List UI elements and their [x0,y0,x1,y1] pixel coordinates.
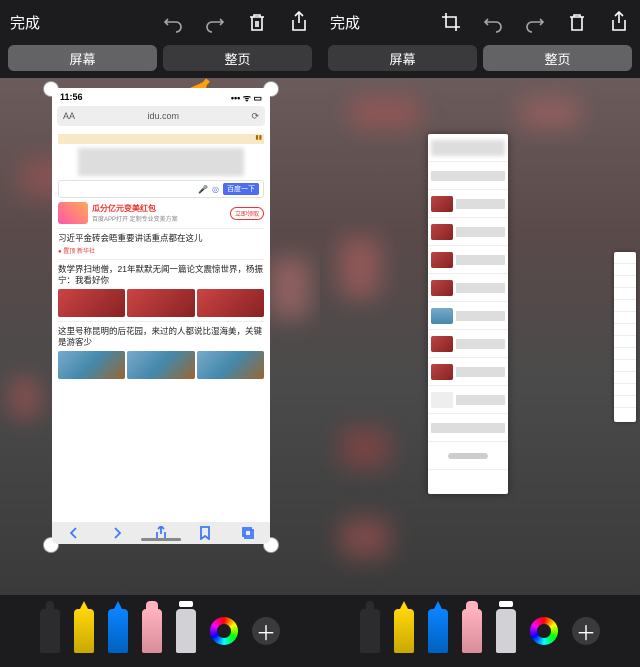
share-icon[interactable] [608,11,630,33]
markup-toolbar: ＋ [320,595,640,667]
news-item: 习近平金砖会晤重要讲话重点都在这儿 ● 置顶 新华社 [58,228,264,259]
crop-icon[interactable] [440,11,462,33]
pen-tool[interactable] [40,609,60,653]
redo-icon[interactable] [524,11,546,33]
left-pane: 完成 屏幕 整页 11:56 [0,0,320,667]
eraser-tool[interactable] [496,609,516,653]
scroll-overview[interactable] [614,252,636,422]
status-time: 11:56 [60,92,83,102]
url-text: idu.com [147,111,179,121]
done-button[interactable]: 完成 [330,12,360,33]
yellow-marker-tool[interactable] [394,609,414,653]
promo-image [58,202,88,224]
segment-control: 屏幕 整页 [0,44,320,78]
share-icon[interactable] [288,11,310,33]
browser-url-bar: AA idu.com ⟳ [57,106,265,126]
pink-pencil-tool[interactable] [462,609,482,653]
news-sub: ● 置顶 新华社 [58,246,264,255]
segment-fullpage[interactable]: 整页 [483,45,632,71]
pink-pencil-tool[interactable] [142,609,162,653]
promo-sub: 百度APP打开 定制专业变美方案 [92,214,226,223]
news-item: 这里号称昆明的后花园，来过的人都说比湿海美，关键是游客少 [58,321,264,383]
news-title: 习近平金砖会晤重要讲话重点都在这儿 [58,233,264,244]
news-thumbs [58,351,264,379]
pen-tool[interactable] [360,609,380,653]
screenshot-preview: 11:56 ••• ᯤ ▭ AA idu.com ⟳ ▮▮ 🎤 ◎ 百度一下 [52,88,270,544]
segment-screen[interactable]: 屏幕 [328,45,477,71]
reload-icon: ⟳ [251,111,259,122]
preview-canvas: 11:56 ••• ᯤ ▭ AA idu.com ⟳ ▮▮ 🎤 ◎ 百度一下 [0,78,320,595]
search-box: 🎤 ◎ 百度一下 [58,180,264,198]
trash-icon[interactable] [566,11,588,33]
trash-icon[interactable] [246,11,268,33]
color-picker[interactable] [210,617,238,645]
promo-strip: ▮▮ [58,134,264,144]
bookmarks-icon [198,526,212,540]
camera-icon: ◎ [212,185,219,194]
news-thumbs [58,289,264,317]
color-picker[interactable] [530,617,558,645]
news-item: 数学界扫地僧，21年默默无闻一篇论文震惊世界，杨振宁：我看好你 [58,259,264,321]
preview-canvas [320,78,640,595]
search-button: 百度一下 [223,183,259,195]
tabs-icon [241,526,255,540]
forward-icon [110,526,124,540]
undo-icon[interactable] [482,11,504,33]
voice-icon: 🎤 [198,185,208,194]
done-button[interactable]: 完成 [10,12,40,33]
blue-marker-tool[interactable] [428,609,448,653]
right-pane: 完成 屏幕 整页 [320,0,640,667]
eraser-tool[interactable] [176,609,196,653]
blue-marker-tool[interactable] [108,609,128,653]
home-indicator [141,538,181,541]
add-tool-button[interactable]: ＋ [252,617,280,645]
promo-banner: 瓜分亿元变美红包 百度APP打开 定制专业变美方案 立即领取 [58,202,264,224]
logo-blurred [78,148,244,176]
promo-title: 瓜分亿元变美红包 [92,203,226,214]
promo-get-button: 立即领取 [230,207,264,220]
fullpage-preview [428,134,508,494]
yellow-marker-tool[interactable] [74,609,94,653]
segment-screen[interactable]: 屏幕 [8,45,157,71]
status-bar: 11:56 ••• ᯤ ▭ [52,88,270,106]
text-size-icon: AA [63,111,75,121]
add-tool-button[interactable]: ＋ [572,617,600,645]
back-icon [67,526,81,540]
top-toolbar: 完成 [0,0,320,44]
segment-fullpage[interactable]: 整页 [163,45,312,71]
news-title: 这里号称昆明的后花园，来过的人都说比湿海美，关键是游客少 [58,326,264,348]
status-indicators: ••• ᯤ ▭ [231,91,262,104]
news-title: 数学界扫地僧，21年默默无闻一篇论文震惊世界，杨振宁：我看好你 [58,264,264,286]
undo-icon[interactable] [162,11,184,33]
markup-toolbar: ＋ [0,595,320,667]
segment-control: 屏幕 整页 [320,44,640,78]
redo-icon[interactable] [204,11,226,33]
top-toolbar: 完成 [320,0,640,44]
